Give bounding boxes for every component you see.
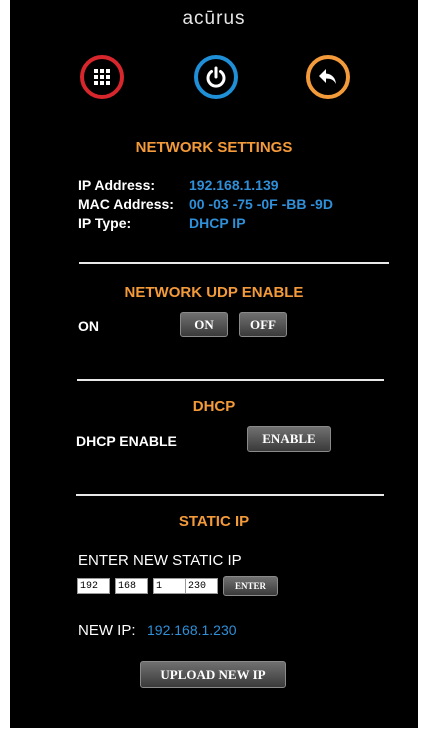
network-settings-heading: NETWORK SETTINGS bbox=[135, 139, 293, 156]
enter-button[interactable]: ENTER bbox=[223, 576, 278, 596]
dhcp-enable-button[interactable]: ENABLE bbox=[247, 426, 331, 452]
divider bbox=[77, 379, 384, 381]
menu-button[interactable] bbox=[80, 55, 124, 99]
back-button[interactable] bbox=[306, 55, 350, 99]
mac-address-value: 00 -03 -75 -0F -BB -9D bbox=[189, 196, 333, 212]
brand-logo: acūrus bbox=[182, 8, 246, 29]
power-button[interactable] bbox=[194, 55, 238, 99]
dhcp-enable-label: DHCP ENABLE bbox=[76, 433, 177, 449]
mac-address-label: MAC Address: bbox=[78, 196, 174, 212]
ip-octet-3-input[interactable] bbox=[153, 578, 186, 594]
grid-menu-icon bbox=[94, 69, 110, 85]
dhcp-heading: DHCP bbox=[192, 398, 236, 415]
new-ip-value: 192.168.1.230 bbox=[147, 622, 237, 638]
upload-new-ip-button[interactable]: UPLOAD NEW IP bbox=[140, 661, 286, 688]
udp-heading: NETWORK UDP ENABLE bbox=[124, 284, 304, 301]
ip-octet-4-input[interactable] bbox=[185, 578, 218, 594]
udp-on-button[interactable]: ON bbox=[180, 312, 228, 337]
ip-type-label: IP Type: bbox=[78, 215, 132, 231]
udp-status: ON bbox=[78, 318, 99, 334]
ip-type-value: DHCP IP bbox=[189, 215, 246, 231]
divider bbox=[76, 494, 384, 496]
ip-octet-2-input[interactable] bbox=[115, 578, 148, 594]
ip-address-label: IP Address: bbox=[78, 177, 156, 193]
back-arrow-icon bbox=[319, 69, 336, 84]
divider bbox=[79, 262, 389, 264]
settings-panel: acūrus NETWORK SETTINGS IP Address: 192.… bbox=[10, 0, 418, 728]
new-ip-label: NEW IP: bbox=[78, 622, 136, 639]
static-ip-heading: STATIC IP bbox=[178, 513, 250, 530]
static-ip-prompt: ENTER NEW STATIC IP bbox=[78, 552, 242, 569]
ip-address-value: 192.168.1.139 bbox=[189, 177, 279, 193]
udp-off-button[interactable]: OFF bbox=[239, 312, 287, 337]
power-icon bbox=[206, 66, 226, 88]
ip-octet-1-input[interactable] bbox=[77, 578, 110, 594]
